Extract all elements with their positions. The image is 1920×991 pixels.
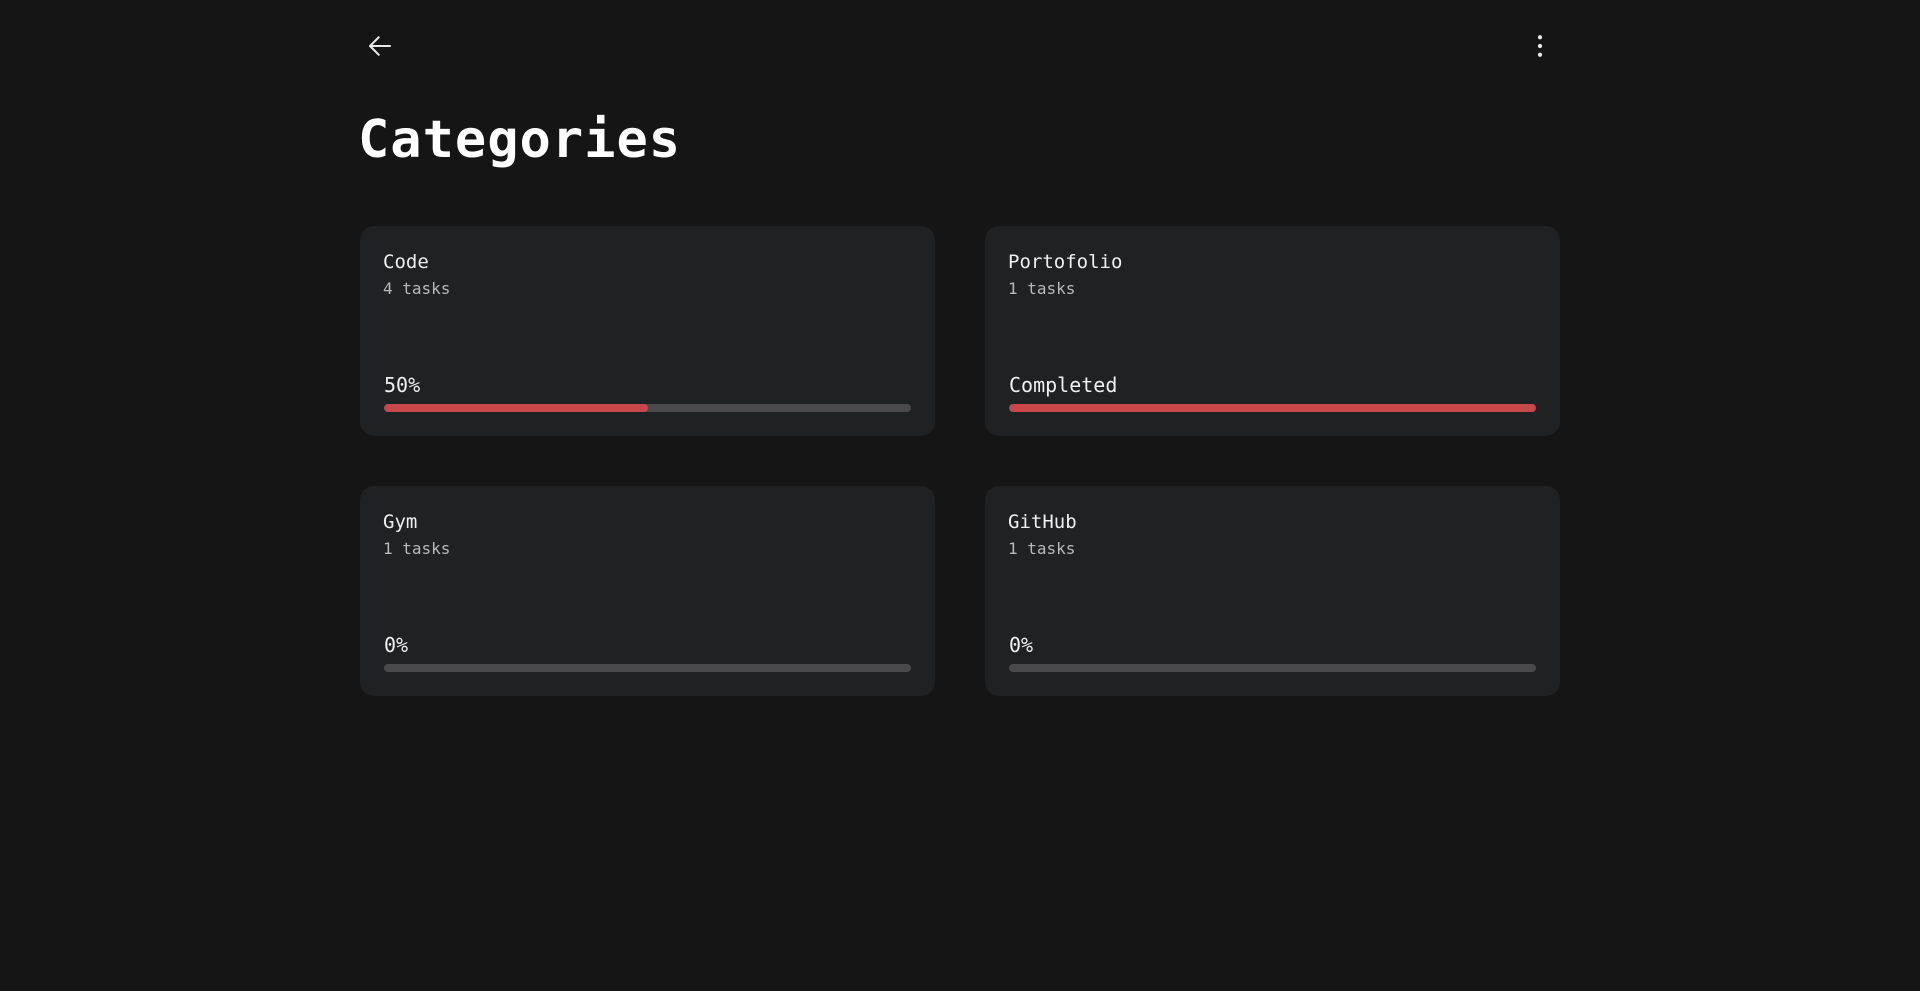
category-progress-label: 50% [384,373,421,397]
more-vertical-icon [1537,35,1543,57]
categories-page: Categories Code 4 tasks 50% Portofolio 1… [0,0,1920,991]
category-task-count: 1 tasks [1008,279,1076,298]
progress-track [384,404,911,412]
progress-fill [1009,404,1536,412]
page-title: Categories [358,110,682,170]
category-card-code[interactable]: Code 4 tasks 50% [360,226,935,436]
categories-grid: Code 4 tasks 50% Portofolio 1 tasks Comp… [360,226,1560,696]
category-name: GitHub [1008,511,1077,533]
back-button[interactable] [360,26,400,66]
category-progress-label: 0% [1009,633,1034,657]
category-task-count: 1 tasks [1008,539,1076,558]
category-name: Portofolio [1008,251,1123,273]
progress-fill [384,404,648,412]
progress-track [1009,404,1536,412]
progress-track [1009,664,1536,672]
progress-track [384,664,911,672]
category-name: Gym [383,511,418,533]
category-card-github[interactable]: GitHub 1 tasks 0% [985,486,1560,696]
category-card-gym[interactable]: Gym 1 tasks 0% [360,486,935,696]
category-progress-label: Completed [1009,373,1118,397]
category-name: Code [383,251,429,273]
top-bar [360,26,1560,66]
category-progress-label: 0% [384,633,409,657]
more-options-button[interactable] [1520,26,1560,66]
category-task-count: 4 tasks [383,279,451,298]
category-card-portofolio[interactable]: Portofolio 1 tasks Completed [985,226,1560,436]
arrow-left-icon [369,36,391,56]
category-task-count: 1 tasks [383,539,451,558]
